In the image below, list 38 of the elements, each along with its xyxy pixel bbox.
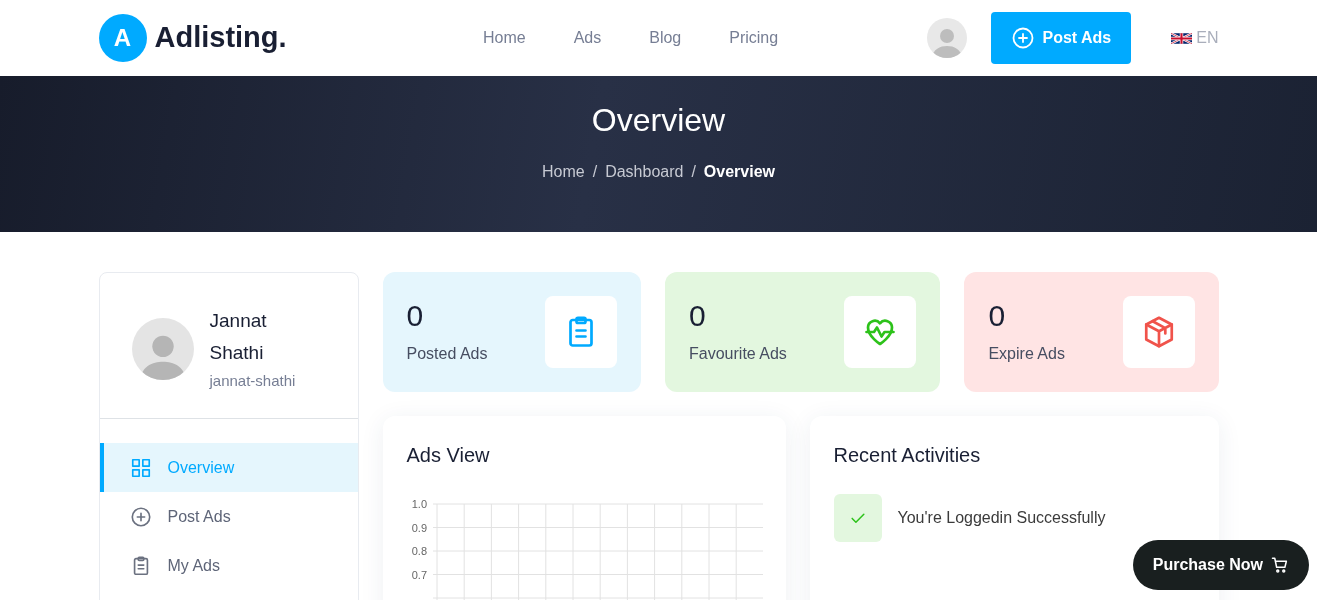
stat-value: 0 [689,298,707,334]
stat-label: Expire Ads [988,344,1065,364]
y-axis-label: 0.9 [411,521,427,534]
y-axis-label: 0.7 [411,568,427,581]
nav-link[interactable]: Pricing [729,26,779,50]
sidebar-item[interactable]: Post Ads [99,492,358,542]
sidebar-item[interactable]: Overview [99,443,358,493]
purchase-now-button[interactable]: Purchase Now [1132,540,1309,590]
card-title: Recent Activities [833,443,982,468]
breadcrumb-separator: / [592,162,598,182]
logo-text[interactable]: Adlisting. [154,16,287,60]
cart-icon [1271,556,1289,574]
logo-icon[interactable]: A [98,14,147,62]
profile-username: jannat-shathi [209,370,297,391]
nav-link[interactable]: Ads [573,26,602,50]
stat-value: 0 [406,298,425,334]
y-axis-label: 1.0 [411,498,427,510]
activity-text: You're Loggedin Successfully [897,508,1106,528]
nav-link[interactable]: Blog [649,26,682,50]
sidebar-item[interactable]: My Ads [99,541,358,591]
plus-circle-icon [129,505,152,528]
breadcrumb-link[interactable]: Overview [703,160,775,184]
uk-flag-icon[interactable] [1171,30,1193,46]
stat-label: Posted Ads [406,344,488,364]
post-ads-button[interactable]: Post Ads [990,12,1132,64]
y-axis-label: 0.8 [411,545,427,557]
nav-link[interactable]: Home [482,26,526,50]
language-selector[interactable]: EN [1196,26,1219,50]
plus-circle-icon [1010,26,1035,50]
stat-value: 0 [988,298,1007,334]
profile-name: Jannat Shathi [209,309,268,366]
breadcrumb-link[interactable]: Dashboard [605,160,684,184]
grid-icon [129,456,152,479]
stat-label: Favourite Ads [689,344,787,364]
page-title: Overview [591,101,726,140]
breadcrumb-link[interactable]: Home [542,160,585,184]
card-title: Ads View [406,443,491,468]
breadcrumb-separator: / [691,162,696,182]
